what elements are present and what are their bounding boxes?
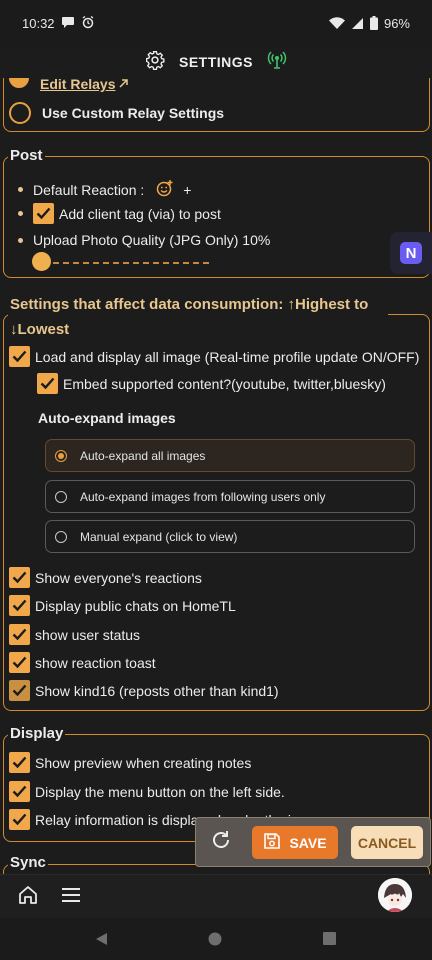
user-avatar[interactable] — [378, 878, 412, 912]
data-consumption-title: Settings that affect data consumption: ↑… — [8, 292, 388, 342]
sync-section-title: Sync — [8, 854, 48, 871]
cancel-button[interactable]: CANCEL — [351, 826, 423, 859]
save-button[interactable]: SAVE — [252, 826, 338, 859]
toggle-label: show user status — [35, 626, 141, 643]
gear-icon — [145, 50, 165, 75]
post-section-title: Post — [8, 147, 45, 164]
floating-app-button[interactable]: N — [390, 232, 432, 274]
page-title: SETTINGS — [178, 54, 253, 70]
embed-content-checkbox[interactable] — [37, 373, 58, 394]
edit-relays-link[interactable]: Edit Relays — [40, 76, 129, 92]
home-circle-icon[interactable] — [208, 932, 222, 951]
toggle-checkbox[interactable] — [9, 781, 30, 802]
toggle-everyone-reactions[interactable]: Show everyone's reactions — [9, 567, 202, 588]
auto-expand-option-label: Auto-expand all images — [80, 448, 206, 463]
auto-expand-option-label: Auto-expand images from following users … — [80, 489, 326, 504]
auto-expand-radio[interactable] — [55, 449, 67, 462]
save-disk-icon — [263, 832, 281, 853]
client-tag-label: Add client tag (via) to post — [59, 205, 221, 222]
auto-expand-option-manual[interactable]: Manual expand (click to view) — [45, 520, 415, 553]
toggle-checkbox[interactable] — [9, 809, 30, 830]
toggle-label: show reaction toast — [35, 654, 156, 671]
bottom-navigation — [0, 874, 432, 918]
reload-icon[interactable] — [210, 829, 232, 856]
load-images-row[interactable]: Load and display all image (Real-time pr… — [9, 346, 419, 367]
toggle-label: Show preview when creating notes — [35, 754, 252, 771]
load-images-label: Load and display all image (Real-time pr… — [35, 348, 420, 365]
add-emoji-icon[interactable] — [156, 179, 174, 200]
back-icon[interactable] — [95, 932, 109, 951]
toggle-checkbox[interactable] — [9, 652, 30, 673]
auto-expand-radio[interactable] — [55, 490, 67, 503]
embed-content-row[interactable]: Embed supported content?(youtube, twitte… — [37, 373, 386, 394]
save-panel: SAVE CANCEL — [195, 817, 431, 867]
data-consumption-title-line1: Settings that affect data consumption: ↑… — [10, 296, 369, 313]
client-tag-checkbox[interactable] — [33, 203, 54, 224]
bullet — [18, 237, 23, 243]
edit-relays-label: Edit Relays — [40, 76, 116, 92]
bullet — [18, 187, 23, 192]
relay-broadcast-icon[interactable] — [267, 50, 287, 75]
settings-content[interactable]: Edit Relays Use Custom Relay Settings Po… — [0, 46, 432, 874]
alarm-icon — [81, 15, 95, 32]
auto-expand-option-label: Manual expand (click to view) — [80, 529, 238, 544]
auto-expand-option-following[interactable]: Auto-expand images from following users … — [45, 480, 415, 513]
external-arrow-icon — [118, 76, 129, 92]
status-bar: 10:32 96% — [0, 0, 432, 46]
page-header: SETTINGS — [0, 46, 432, 78]
toggle-label: Show kind16 (reposts other than kind1) — [35, 682, 279, 699]
toggle-user-status[interactable]: show user status — [9, 624, 140, 645]
data-consumption-title-line2: ↓Lowest — [10, 321, 70, 338]
wifi-icon — [328, 16, 345, 30]
toggle-preview[interactable]: Show preview when creating notes — [9, 752, 251, 773]
toggle-menu-left[interactable]: Display the menu button on the left side… — [9, 781, 285, 802]
toggle-checkbox[interactable] — [9, 567, 30, 588]
toggle-public-chats[interactable]: Display public chats on HomeTL — [9, 595, 236, 616]
system-navigation-bar — [0, 918, 432, 960]
toggle-checkbox[interactable] — [9, 752, 30, 773]
upload-quality-slider-track[interactable] — [33, 262, 209, 264]
relay-option-custom[interactable]: Use Custom Relay Settings — [9, 102, 224, 124]
toggle-checkbox[interactable] — [9, 680, 30, 701]
upload-quality-row: Upload Photo Quality (JPG Only) 10% — [18, 232, 270, 248]
status-time: 10:32 — [22, 15, 55, 31]
upload-quality-label: Upload Photo Quality (JPG Only) 10% — [33, 232, 271, 248]
custom-relay-label: Use Custom Relay Settings — [42, 105, 225, 121]
signal-icon — [351, 17, 364, 30]
toggle-kind16[interactable]: Show kind16 (reposts other than kind1) — [9, 680, 279, 701]
menu-icon[interactable] — [61, 886, 81, 909]
default-reaction-row[interactable]: Default Reaction : + — [18, 179, 191, 200]
display-section-title: Display — [8, 725, 66, 742]
default-reaction-label: Default Reaction : — [33, 181, 145, 198]
toggle-label: Display public chats on HomeTL — [35, 597, 236, 614]
toggle-reaction-toast[interactable]: show reaction toast — [9, 652, 156, 673]
toggle-label: Show everyone's reactions — [35, 569, 202, 586]
battery-percent: 96% — [383, 15, 410, 31]
auto-expand-option-all[interactable]: Auto-expand all images — [45, 439, 415, 472]
toggle-checkbox[interactable] — [9, 624, 30, 645]
auto-expand-radio[interactable] — [55, 530, 67, 543]
chat-notification-icon — [61, 15, 75, 32]
app-logo-icon: N — [400, 242, 422, 264]
bullet — [18, 211, 23, 216]
battery-icon — [369, 16, 378, 30]
auto-expand-title: Auto-expand images — [38, 410, 176, 426]
client-tag-row[interactable]: Add client tag (via) to post — [18, 203, 221, 224]
toggle-checkbox[interactable] — [9, 595, 30, 616]
upload-quality-slider-thumb[interactable] — [31, 252, 51, 271]
toggle-label: Display the menu button on the left side… — [35, 783, 285, 800]
custom-relay-radio[interactable] — [9, 102, 31, 124]
add-reaction-plus[interactable]: + — [183, 182, 191, 198]
embed-content-label: Embed supported content?(youtube, twitte… — [63, 375, 386, 392]
home-icon[interactable] — [18, 885, 38, 910]
recents-icon[interactable] — [323, 932, 336, 950]
save-label: SAVE — [289, 834, 327, 851]
load-images-checkbox[interactable] — [9, 346, 30, 367]
